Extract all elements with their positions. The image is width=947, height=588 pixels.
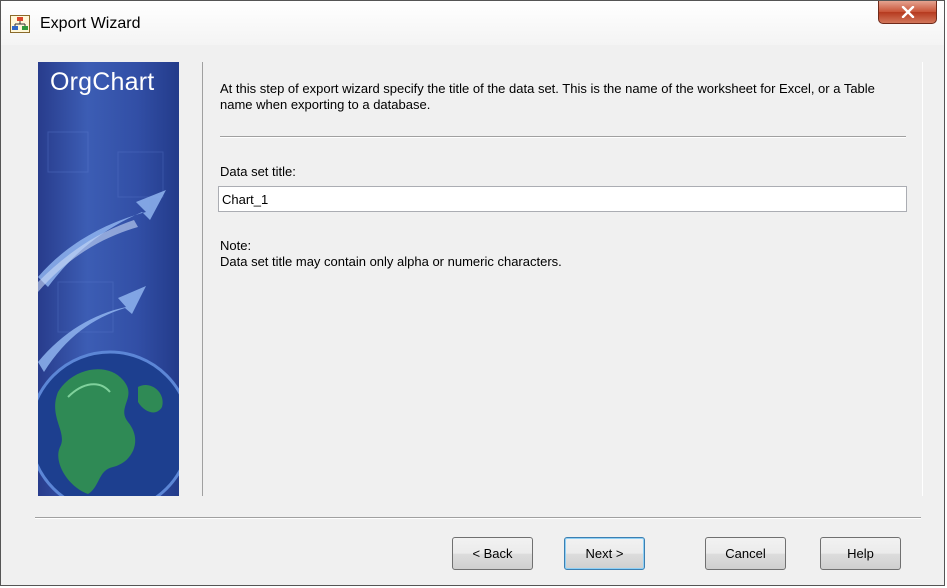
close-button[interactable]	[878, 1, 937, 24]
export-wizard-window: Export Wizard OrgChart At this step of e…	[0, 0, 945, 586]
back-button[interactable]: < Back	[452, 537, 533, 570]
orgchart-banner-artwork	[38, 131, 179, 496]
window-title: Export Wizard	[40, 15, 141, 32]
help-button[interactable]: Help	[820, 537, 901, 570]
note-label: Note:	[220, 238, 252, 253]
cancel-button[interactable]: Cancel	[705, 537, 786, 570]
data-set-title-label: Data set title:	[220, 164, 296, 179]
note-text: Data set title may contain only alpha or…	[220, 254, 562, 269]
data-set-title-input[interactable]	[218, 186, 907, 212]
content-panel	[202, 62, 923, 496]
brand-label: OrgChart	[50, 68, 155, 96]
close-icon	[901, 6, 915, 18]
wizard-side-panel: OrgChart	[38, 62, 179, 496]
footer-separator	[35, 517, 921, 519]
title-bar[interactable]: Export Wizard	[1, 1, 944, 46]
next-button[interactable]: Next >	[564, 537, 645, 570]
orgchart-app-icon	[10, 15, 30, 33]
step-description: At this step of export wizard specify th…	[220, 81, 875, 112]
separator	[220, 136, 906, 138]
